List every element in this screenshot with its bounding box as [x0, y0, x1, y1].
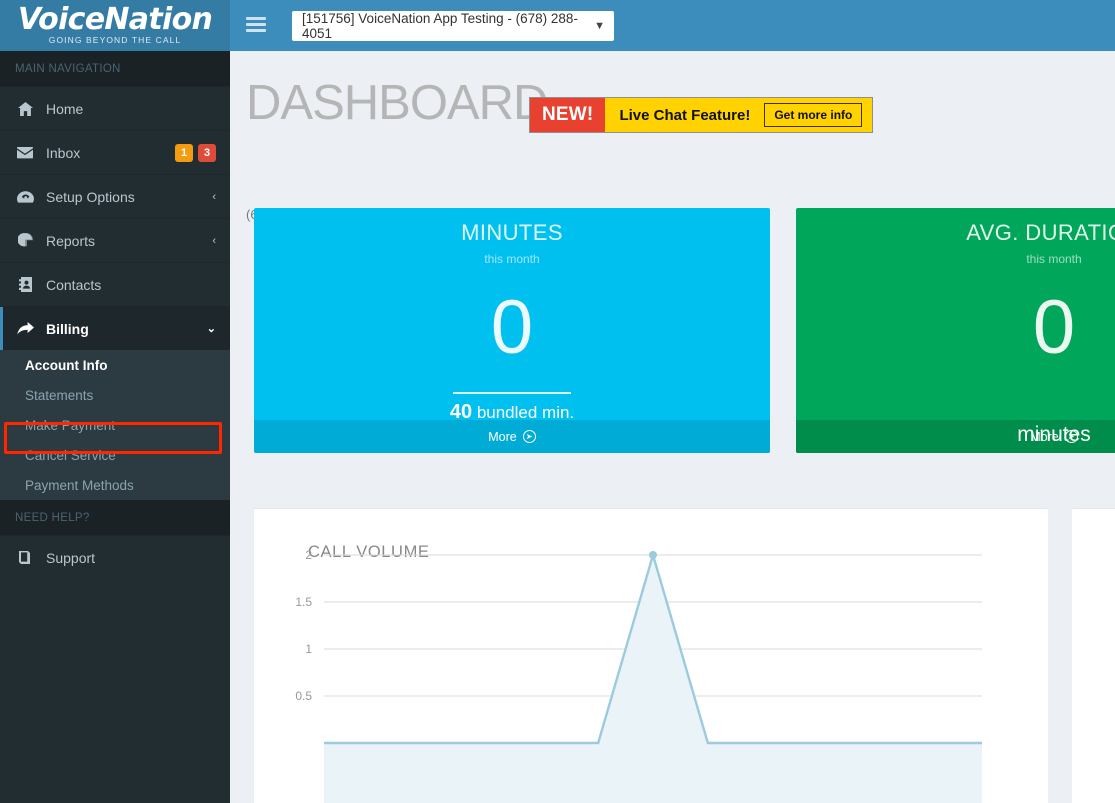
y-axis-tick-label: 2 [305, 548, 312, 562]
sidebar-subitem-cancel-service[interactable]: Cancel Service [0, 440, 230, 470]
get-more-info-button[interactable]: Get more info [764, 103, 863, 127]
main-content: DASHBOARD NEW! Live Chat Feature! Get mo… [230, 51, 1115, 803]
sidebar-item-inbox[interactable]: Inbox 1 3 [0, 130, 230, 174]
y-axis-tick-label: 1 [305, 642, 312, 656]
sidebar-item-billing[interactable]: Billing ⌄ [0, 306, 230, 350]
sidebar-subitem-statements[interactable]: Statements [0, 380, 230, 410]
chevron-left-icon: ‹ [212, 190, 216, 203]
dashboard-gauge-icon [14, 190, 36, 203]
status-badge: 1 [175, 143, 193, 162]
hamburger-icon[interactable] [244, 14, 268, 36]
sidebar-item-contacts[interactable]: Contacts [0, 262, 230, 306]
card-footer-text: minutes [1017, 423, 1091, 446]
billing-submenu: Account Info Statements Make Payment Can… [0, 350, 230, 500]
card-title: AVG. DURATION [966, 220, 1115, 245]
sidebar-item-support[interactable]: Support [0, 535, 230, 579]
sidebar-subitem-label: Account Info [25, 357, 108, 373]
sidebar-item-label: Contacts [46, 276, 102, 293]
sidebar-section-header: MAIN NAVIGATION [0, 51, 230, 86]
logo-tagline: GOING BEYOND THE CALL [48, 34, 182, 45]
arrow-right-icon: ➤ [522, 430, 536, 443]
chevron-left-icon: ‹ [212, 234, 216, 247]
call-volume-chart: 0.5 1 1.5 2 [295, 548, 982, 803]
chevron-down-icon: ▼ [594, 20, 605, 32]
more-label: More [488, 429, 517, 444]
logo-text: VoiceNation [17, 1, 213, 37]
sidebar-subitem-label: Cancel Service [25, 447, 116, 463]
chart-data-point [649, 551, 657, 559]
dashboard-page: VoiceNation GOING BEYOND THE CALL [15175… [0, 0, 1115, 803]
sidebar: MAIN NAVIGATION Home Inbox 1 3 Setup Opt… [0, 51, 230, 803]
sidebar-item-label: Home [46, 100, 84, 117]
account-select[interactable]: [151756] VoiceNation App Testing - (678)… [292, 11, 614, 41]
y-axis-tick-label: 0.5 [295, 689, 312, 703]
account-select-value: [151756] VoiceNation App Testing - (678)… [302, 11, 578, 41]
card-footer-text: 40 bundled min. [254, 401, 770, 424]
avg-duration-stat-card: AVG. DURATION this month 0 minutes More … [796, 208, 1115, 453]
sidebar-subitem-label: Payment Methods [25, 477, 134, 493]
home-icon [14, 101, 36, 116]
sidebar-subitem-make-payment[interactable]: Make Payment [0, 410, 230, 440]
status-badge: 3 [198, 143, 216, 162]
card-value: 0 [1032, 285, 1076, 370]
sidebar-item-home[interactable]: Home [0, 86, 230, 130]
sidebar-item-label: Setup Options [46, 188, 135, 205]
sidebar-item-reports[interactable]: Reports ‹ [0, 218, 230, 262]
promo-new-badge: NEW! [530, 98, 606, 132]
sidebar-subitem-label: Make Payment [25, 417, 116, 433]
call-volume-panel: CALL VOLUME 0.5 1 1.5 2 [254, 508, 1048, 803]
brand-logo[interactable]: VoiceNation GOING BEYOND THE CALL [0, 0, 230, 51]
sidebar-item-label: Support [46, 549, 96, 566]
sidebar-subitem-label: Statements [25, 387, 94, 403]
live-chat-promo-banner[interactable]: NEW! Live Chat Feature! Get more info [529, 97, 874, 133]
sidebar-help-header: NEED HELP? [0, 500, 230, 535]
minutes-card-body: MINUTES this month 0 40 bundled min. [254, 208, 770, 423]
card-title: MINUTES [461, 220, 563, 245]
sidebar-item-label: Inbox [46, 144, 81, 161]
chevron-down-icon: ⌄ [206, 323, 216, 335]
card-subtitle: this month [1026, 252, 1082, 266]
address-book-icon [14, 277, 36, 292]
minutes-more-button[interactable]: More ➤ [254, 420, 770, 453]
inbox-badges: 1 3 [175, 143, 216, 162]
minutes-stat-card: MINUTES this month 0 40 bundled min. Mor… [254, 208, 770, 453]
bundled-minutes-label: bundled min. [476, 403, 575, 422]
chart-area-fill [324, 555, 982, 803]
y-axis-tick-label: 1.5 [295, 595, 312, 609]
sidebar-item-label: Billing [46, 320, 89, 337]
page-title: DASHBOARD [246, 76, 548, 130]
book-icon [14, 551, 36, 564]
share-arrow-icon [14, 322, 36, 335]
sidebar-subitem-payment-methods[interactable]: Payment Methods [0, 470, 230, 500]
pie-chart-icon [14, 233, 36, 248]
promo-text: Live Chat Feature! [619, 106, 751, 124]
top-navbar: [151756] VoiceNation App Testing - (678)… [230, 0, 1115, 51]
sidebar-item-label: Reports [46, 232, 96, 249]
card-value: 0 [490, 285, 534, 370]
sidebar-subitem-account-info[interactable]: Account Info [0, 350, 230, 380]
bundled-minutes-number: 40 [449, 401, 473, 423]
card-divider [453, 392, 571, 394]
card-subtitle: this month [484, 252, 540, 266]
envelope-icon [14, 146, 36, 159]
secondary-panel [1072, 508, 1115, 803]
sidebar-item-setup-options[interactable]: Setup Options ‹ [0, 174, 230, 218]
avg-duration-card-body: AVG. DURATION this month 0 minutes [796, 208, 1115, 446]
